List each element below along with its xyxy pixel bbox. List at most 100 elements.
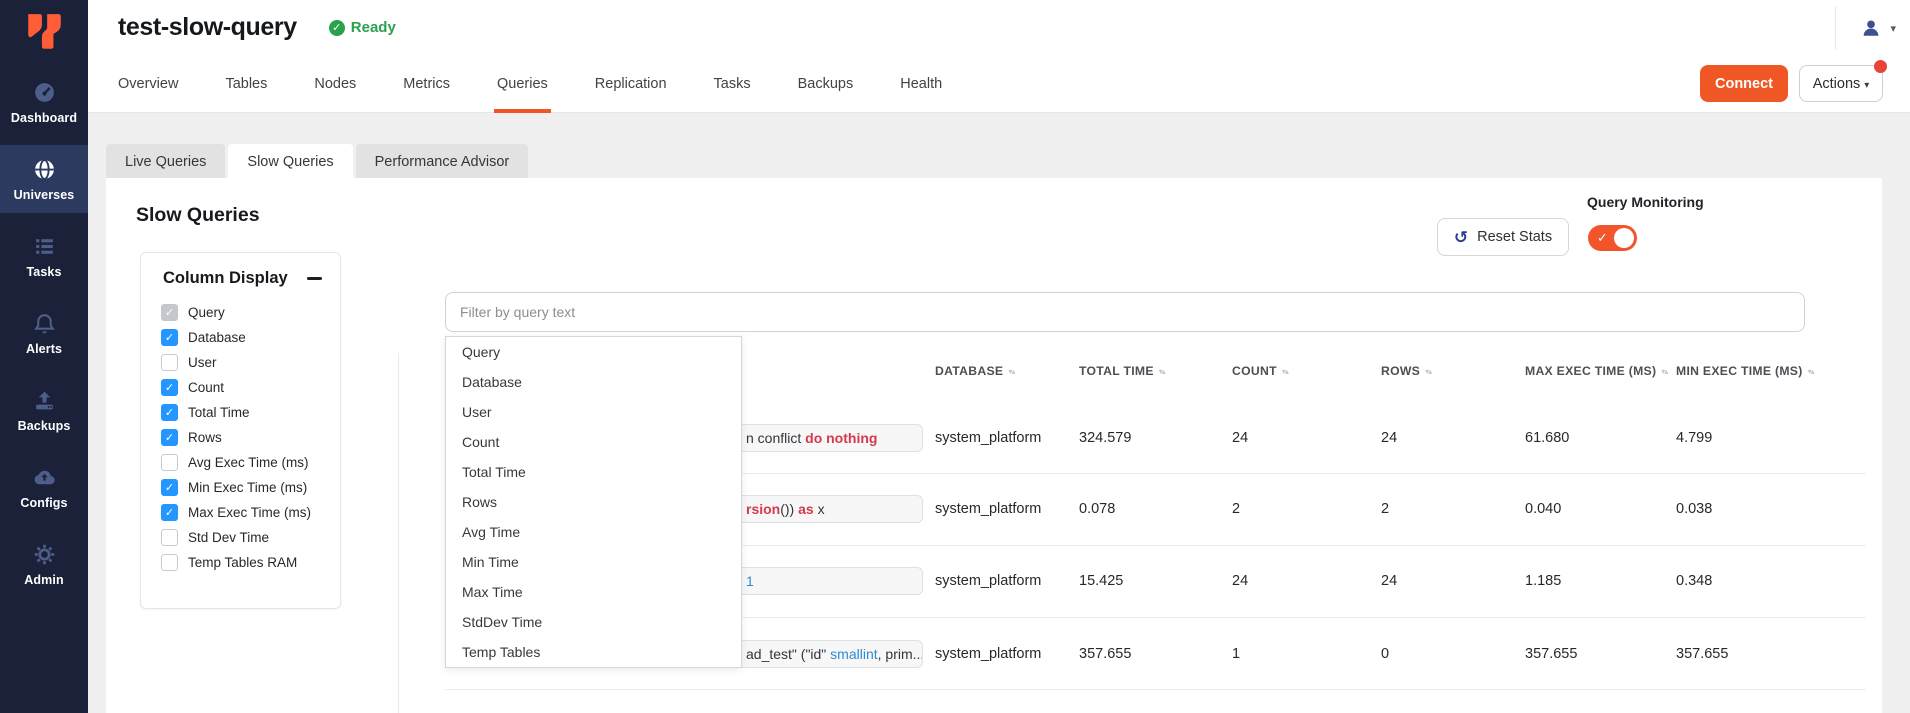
cell-database: system_platform (935, 495, 1041, 523)
connect-button[interactable]: Connect (1700, 65, 1788, 102)
table-row[interactable]: rsion()) as xsystem_platform0.078220.040… (106, 495, 1882, 523)
subtab-live-queries[interactable]: Live Queries (106, 144, 225, 179)
sidebar: Dashboard Universes Tasks Alerts Backups Conf… (0, 0, 88, 713)
status-badge: ✓ Ready (329, 19, 396, 36)
cell-rows: 24 (1381, 567, 1397, 595)
universes-icon (32, 157, 57, 183)
tab-queries[interactable]: Queries (497, 55, 548, 113)
query-fragment: do nothing (805, 430, 877, 446)
filter-dropdown: QueryDatabaseUserCountTotal TimeRowsAvg … (445, 336, 742, 668)
cell-count: 1 (1232, 640, 1240, 668)
query-fragment: smallint (830, 646, 877, 662)
query-fragment: 1 (746, 573, 754, 589)
table-body: n conflict do nothing system_platform 324.… (106, 178, 1882, 713)
subtab-slow-queries[interactable]: Slow Queries (228, 144, 352, 179)
tab-replication[interactable]: Replication (595, 55, 667, 113)
table-row[interactable]: 1 system_platform 15.425 24 24 1.185 0.348 (106, 567, 1882, 595)
cell-total-time: 357.655 (1079, 640, 1131, 668)
universe-title: test-slow-query (118, 13, 297, 42)
cell-count: 24 (1232, 424, 1248, 452)
subtab-performance-advisor[interactable]: Performance Advisor (356, 144, 529, 179)
sidebar-item-label: Backups (18, 419, 71, 433)
cell-database: system_platform (935, 567, 1041, 595)
queries-page: Live QueriesSlow QueriesPerformance Advi… (88, 113, 1910, 713)
sidebar-item-label: Dashboard (11, 111, 77, 125)
row-separator (445, 689, 1866, 690)
tab-metrics[interactable]: Metrics (403, 55, 450, 113)
sidebar-item-admin[interactable]: Admin (0, 530, 88, 598)
dropdown-item-max-time[interactable]: Max Time (446, 577, 741, 607)
yugabyte-y-mark (23, 11, 65, 53)
cell-min-exec-time: 4.799 (1676, 424, 1712, 452)
dropdown-item-min-time[interactable]: Min Time (446, 547, 741, 577)
query-snippet: ad_test" ("id" smallint, prim... (746, 641, 923, 667)
sidebar-item-configs[interactable]: Configs (0, 453, 88, 521)
sidebar-nav: Dashboard Universes Tasks Alerts Backups Conf… (0, 68, 88, 607)
dashboard-icon (32, 80, 57, 106)
query-fragment: rsion (746, 501, 780, 517)
dropdown-item-database[interactable]: Database (446, 367, 741, 397)
yugabyte-logo-icon[interactable] (0, 0, 88, 64)
cell-total-time: 15.425 (1079, 567, 1123, 595)
tab-backups[interactable]: Backups (798, 55, 854, 113)
sidebar-item-backups[interactable]: Backups (0, 376, 88, 444)
sidebar-item-label: Alerts (26, 342, 62, 356)
tasks-icon (32, 234, 57, 260)
sidebar-item-label: Configs (20, 496, 67, 510)
user-menu[interactable]: ▾ (1835, 6, 1896, 50)
sidebar-item-label: Tasks (26, 265, 61, 279)
cell-count: 2 (1232, 495, 1240, 523)
alerts-icon (32, 311, 57, 337)
actions-label: Actions (1813, 76, 1861, 92)
cell-rows: 0 (1381, 640, 1389, 668)
dropdown-item-avg-time[interactable]: Avg Time (446, 517, 741, 547)
cell-max-exec-time: 357.655 (1525, 640, 1577, 668)
user-avatar-icon[interactable] (1860, 17, 1882, 39)
configs-icon (32, 465, 57, 491)
dropdown-item-user[interactable]: User (446, 397, 741, 427)
cell-max-exec-time: 1.185 (1525, 567, 1561, 595)
chevron-down-icon: ▾ (1864, 80, 1869, 91)
actions-button[interactable]: Actions▾ (1799, 65, 1883, 102)
sidebar-item-tasks[interactable]: Tasks (0, 222, 88, 290)
cell-database: system_platform (935, 640, 1041, 668)
dropdown-item-total-time[interactable]: Total Time (446, 457, 741, 487)
backups-icon (32, 388, 57, 414)
table-row[interactable]: n conflict do nothing system_platform 324.… (106, 424, 1882, 452)
topbar: test-slow-query ✓ Ready ▾ Overview Tables… (88, 0, 1910, 113)
tab-tables[interactable]: Tables (225, 55, 267, 113)
query-snippet: rsion()) as x (746, 496, 825, 522)
query-snippet: 1 (746, 568, 754, 594)
query-fragment: n conflict (746, 430, 805, 446)
cell-rows: 24 (1381, 424, 1397, 452)
dropdown-item-temp-tables[interactable]: Temp Tables (446, 637, 741, 667)
tab-nodes[interactable]: Nodes (314, 55, 356, 113)
query-fragment: ()) (780, 501, 798, 517)
tab-health[interactable]: Health (900, 55, 942, 113)
sidebar-item-dashboard[interactable]: Dashboard (0, 68, 88, 136)
dropdown-item-count[interactable]: Count (446, 427, 741, 457)
admin-icon (32, 542, 57, 568)
cell-database: system_platform (935, 424, 1041, 452)
query-snippet: n conflict do nothing (746, 425, 877, 451)
sidebar-item-label: Admin (24, 573, 63, 587)
slow-queries-panel: Slow Queries ↺ Reset Stats Query Monitor… (106, 178, 1882, 713)
status-label: Ready (351, 19, 396, 36)
topbar-tabs-row: Overview Tables Nodes Metrics Queries Replica… (88, 55, 1910, 113)
topbar-title-row: test-slow-query ✓ Ready ▾ (88, 0, 1910, 55)
tab-overview[interactable]: Overview (118, 55, 178, 113)
dropdown-item-stddev-time[interactable]: StdDev Time (446, 607, 741, 637)
cell-min-exec-time: 0.348 (1676, 567, 1712, 595)
sidebar-item-alerts[interactable]: Alerts (0, 299, 88, 367)
table-row[interactable]: ad_test" ("id" smallint, prim... system_p… (106, 640, 1882, 668)
cell-total-time: 324.579 (1079, 424, 1131, 452)
check-circle-icon: ✓ (329, 20, 345, 36)
cell-max-exec-time: 0.040 (1525, 495, 1561, 523)
dropdown-item-query[interactable]: Query (446, 337, 741, 367)
cell-count: 24 (1232, 567, 1248, 595)
sidebar-item-universes[interactable]: Universes (0, 145, 88, 213)
chevron-down-icon: ▾ (1890, 22, 1896, 35)
dropdown-item-rows[interactable]: Rows (446, 487, 741, 517)
tab-tasks[interactable]: Tasks (714, 55, 751, 113)
cell-rows: 2 (1381, 495, 1389, 523)
